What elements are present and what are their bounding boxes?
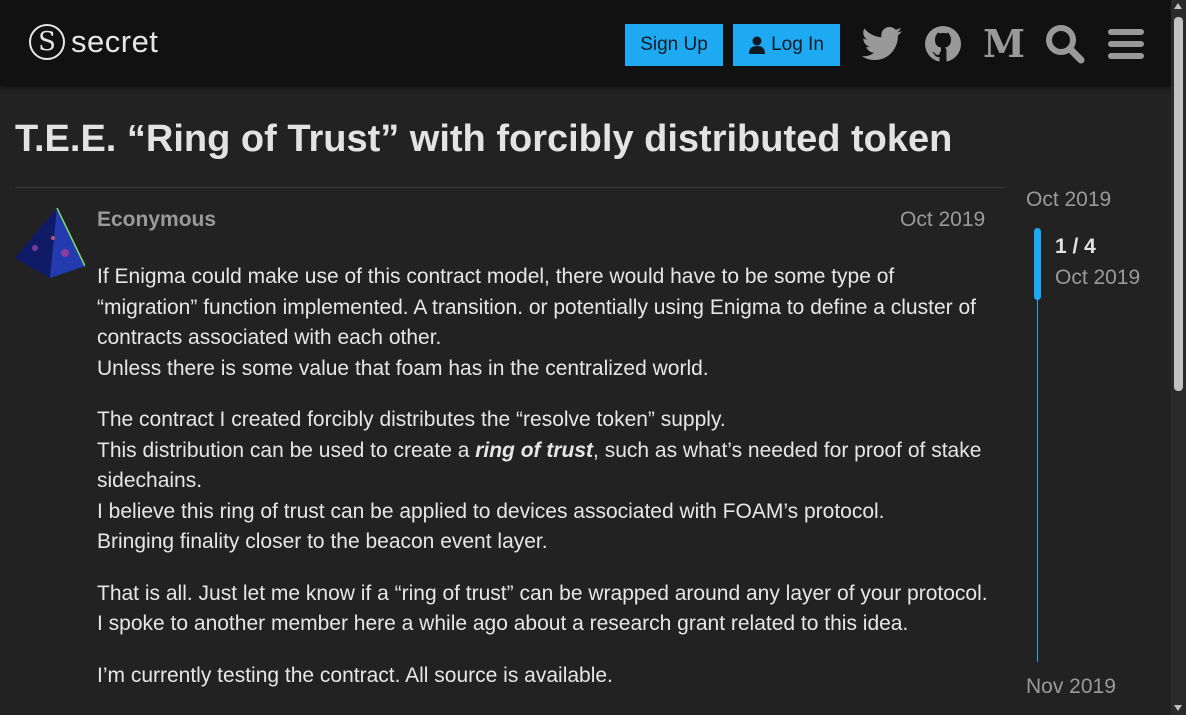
page-scrollbar[interactable] [1171, 0, 1186, 715]
post-paragraph: The contract I created forcibly distribu… [97, 405, 997, 558]
hamburger-menu-icon[interactable] [1104, 22, 1148, 66]
post-paragraph: If Enigma could make use of this contrac… [97, 262, 997, 384]
post-body: If Enigma could make use of this contrac… [97, 262, 997, 712]
post-text: The contract I created forcibly distribu… [97, 408, 726, 431]
secret-logo-icon: S [29, 24, 65, 60]
post-text: That is all. Just let me know if a “ring… [97, 581, 988, 605]
sign-up-button[interactable]: Sign Up [625, 24, 723, 66]
post-text: Unless there is some value that foam has… [97, 356, 709, 380]
search-icon[interactable] [1043, 22, 1087, 66]
post-username[interactable]: Econymous [97, 208, 216, 232]
scroll-down-arrow-icon[interactable] [1174, 705, 1182, 711]
post-text: This distribution can be used to create … [97, 438, 476, 462]
logo-text: secret [71, 24, 159, 59]
post-paragraph: I’m currently testing the contract. All … [97, 661, 997, 692]
timeline-position[interactable]: 1 / 4 [1055, 235, 1096, 259]
github-icon[interactable] [921, 22, 965, 66]
post-text: I’m currently testing the contract. All … [97, 663, 613, 687]
medium-icon[interactable]: M [982, 22, 1026, 66]
site-logo[interactable]: S secret [29, 24, 158, 60]
log-in-label: Log In [771, 34, 824, 55]
scrollbar-thumb[interactable] [1174, 17, 1183, 391]
scroll-up-arrow-icon[interactable] [1174, 3, 1182, 9]
twitter-icon[interactable] [860, 22, 904, 66]
post-text: I believe this ring of trust can be appl… [97, 499, 885, 523]
post-text: I spoke to another member here a while a… [97, 612, 909, 635]
topic-title[interactable]: T.E.E. “Ring of Trust” with forcibly dis… [15, 118, 952, 161]
user-icon [749, 36, 766, 54]
emphasized-text: ring of trust [475, 438, 594, 462]
post-paragraph: That is all. Just let me know if a “ring… [97, 579, 997, 640]
timeline-handle[interactable] [1034, 228, 1041, 300]
post-text: Bringing finality closer to the beacon e… [97, 530, 548, 553]
title-divider [15, 187, 1004, 188]
timeline-end-date[interactable]: Nov 2019 [1026, 675, 1116, 699]
user-avatar[interactable] [15, 207, 86, 278]
post-text: If Enigma could make use of this contrac… [97, 265, 976, 349]
timeline-position-date: Oct 2019 [1055, 266, 1141, 289]
timeline-start-date[interactable]: Oct 2019 [1026, 188, 1111, 212]
site-header: S secret Sign Up Log In M [0, 0, 1171, 86]
post-date[interactable]: Oct 2019 [900, 208, 985, 232]
log-in-button[interactable]: Log In [733, 24, 840, 66]
